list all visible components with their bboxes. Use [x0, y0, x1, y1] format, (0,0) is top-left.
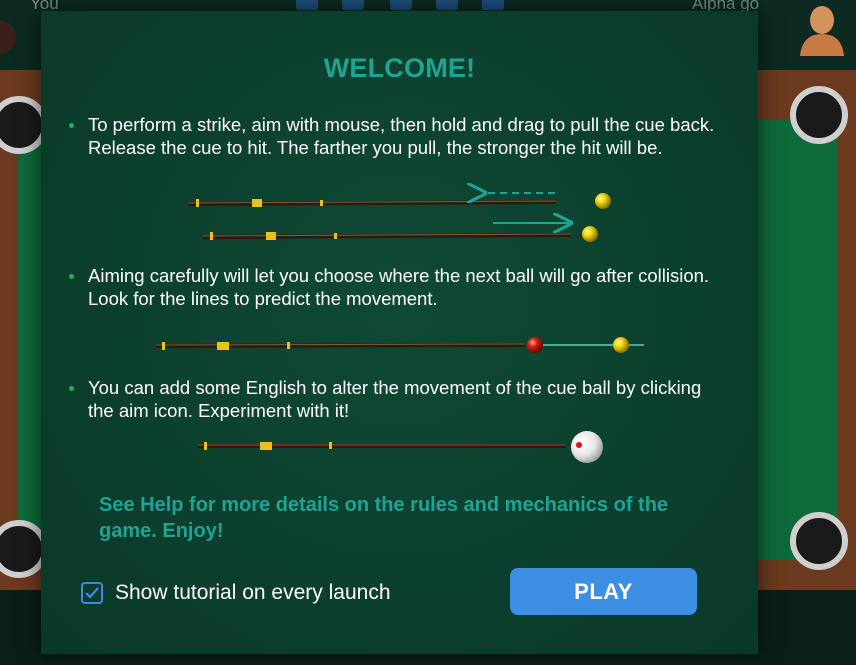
- cue-stick-1: [187, 199, 557, 207]
- cue-ball-icon: [571, 431, 603, 463]
- bullet-text: Aiming carefully will let you choose whe…: [88, 265, 710, 309]
- help-icon[interactable]: [296, 0, 318, 10]
- tutorial-bullet: Aiming carefully will let you choose whe…: [69, 265, 718, 310]
- yellow-ball-icon: [582, 226, 598, 242]
- english-dot-icon: [576, 442, 582, 448]
- yellow-ball-icon: [613, 337, 629, 353]
- bullet-dot-icon: [69, 274, 74, 279]
- pocket-top-right: [790, 86, 848, 144]
- tutorial-bullet: You can add some English to alter the mo…: [69, 377, 718, 422]
- cue-stick-2: [202, 232, 572, 240]
- help-text: See Help for more details on the rules a…: [99, 494, 669, 542]
- welcome-dialog: WELCOME! To perform a strike, aim with m…: [41, 11, 758, 654]
- cue-illustrations: [155, 11, 644, 463]
- bullet-text: You can add some English to alter the mo…: [88, 377, 702, 421]
- fullscreen-icon[interactable]: [482, 0, 504, 10]
- player-left-avatar: [0, 20, 16, 54]
- cue-stick-4: [198, 442, 566, 450]
- bullet-dot-icon: [69, 386, 74, 391]
- tutorial-checkbox-row[interactable]: Show tutorial on every launch: [81, 578, 391, 608]
- checkmark-icon: [85, 587, 99, 599]
- yellow-ball-icon: [595, 193, 611, 209]
- hand-icon[interactable]: [342, 0, 364, 10]
- red-ball-icon: [527, 337, 543, 353]
- cue-stick-3: [155, 342, 526, 350]
- menu-icon[interactable]: [390, 0, 412, 10]
- settings-icon[interactable]: [436, 0, 458, 10]
- checkbox-label: Show tutorial on every launch: [115, 581, 391, 604]
- play-button[interactable]: PLAY: [510, 568, 697, 615]
- tutorial-checkbox[interactable]: [81, 582, 103, 604]
- pocket-bottom-right: [790, 512, 848, 570]
